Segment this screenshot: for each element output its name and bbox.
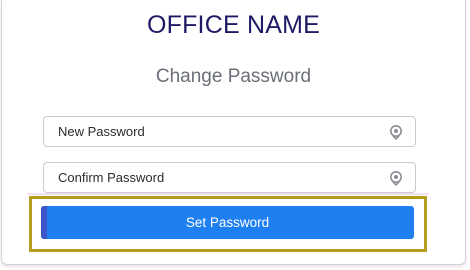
set-password-label: Set Password	[185, 215, 270, 230]
confirm-password-input[interactable]	[44, 163, 389, 192]
office-name-title: OFFICE NAME	[146, 11, 321, 39]
change-password-heading: Change Password	[155, 66, 312, 87]
eye-toggle-icon[interactable]	[389, 124, 403, 140]
set-password-button[interactable]: Set Password	[41, 206, 414, 239]
eye-toggle-icon[interactable]	[389, 170, 403, 186]
new-password-input[interactable]	[44, 117, 389, 146]
highlight-glow	[27, 193, 429, 195]
button-accent	[41, 206, 47, 239]
confirm-password-field[interactable]	[43, 162, 416, 193]
new-password-field[interactable]	[43, 116, 416, 147]
